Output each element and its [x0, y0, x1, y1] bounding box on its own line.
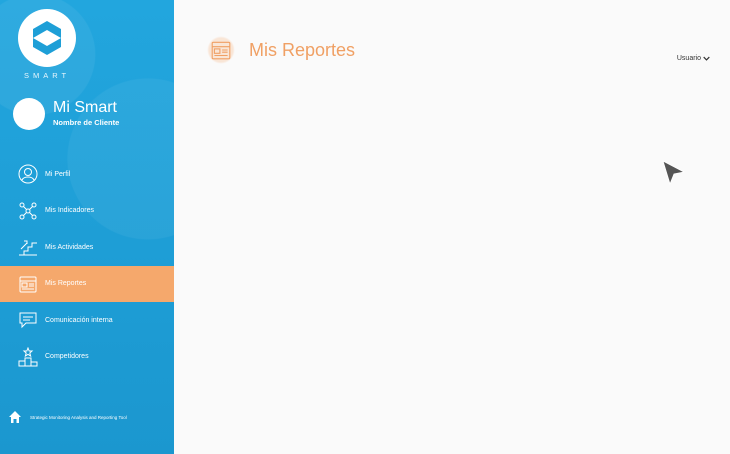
page-title: Mis Reportes — [249, 39, 356, 60]
sidebar-item-label: Comunicación interna — [45, 316, 113, 324]
chevron-down-icon — [703, 56, 710, 61]
app-name: Mi Smart — [53, 99, 117, 116]
report-icon — [207, 36, 235, 64]
stairs-icon — [17, 236, 39, 258]
main-content: Mis Reportes Usuario — [174, 0, 730, 454]
mouse-pointer-icon — [662, 160, 686, 186]
sidebar: SMART Mi Smart Nombre de Cliente Mi Perf… — [0, 0, 174, 454]
avatar[interactable] — [13, 98, 45, 130]
user-menu[interactable]: Usuario — [677, 55, 710, 62]
sidebar-nav: Mi Perfil Mis Indicadores Mis Actividade… — [0, 156, 174, 375]
chat-icon — [17, 309, 39, 331]
client-name: Nombre de Cliente — [53, 118, 120, 127]
sidebar-item-mis-actividades[interactable]: Mis Actividades — [0, 229, 174, 266]
podium-icon — [17, 346, 39, 368]
sidebar-item-mis-indicadores[interactable]: Mis Indicadores — [0, 193, 174, 230]
page-header: Mis Reportes — [207, 36, 355, 64]
brand-wordmark: SMART — [23, 71, 71, 80]
sidebar-item-competidores[interactable]: Competidores — [0, 339, 174, 376]
home-icon[interactable] — [8, 410, 22, 424]
sidebar-item-label: Mis Indicadores — [45, 207, 95, 215]
sidebar-item-comunicacion-interna[interactable]: Comunicación interna — [0, 302, 174, 339]
sidebar-item-label: Mis Actividades — [45, 243, 94, 251]
sidebar-item-label: Mi Perfil — [45, 170, 71, 178]
sidebar-item-mi-perfil[interactable]: Mi Perfil — [0, 156, 174, 193]
logo[interactable] — [18, 9, 76, 67]
sidebar-item-mis-reportes[interactable]: Mis Reportes — [0, 265, 174, 302]
smart-logo-icon — [33, 21, 61, 55]
network-icon — [17, 200, 39, 222]
user-icon — [17, 163, 39, 185]
footer-tagline: Strategic Monitoring Analysis and Report… — [30, 414, 127, 420]
sidebar-footer: Strategic Monitoring Analysis and Report… — [8, 410, 127, 424]
sidebar-item-label: Mis Reportes — [45, 280, 87, 288]
user-menu-label: Usuario — [676, 55, 701, 62]
sidebar-item-label: Competidores — [45, 353, 89, 361]
report-icon — [17, 273, 39, 295]
